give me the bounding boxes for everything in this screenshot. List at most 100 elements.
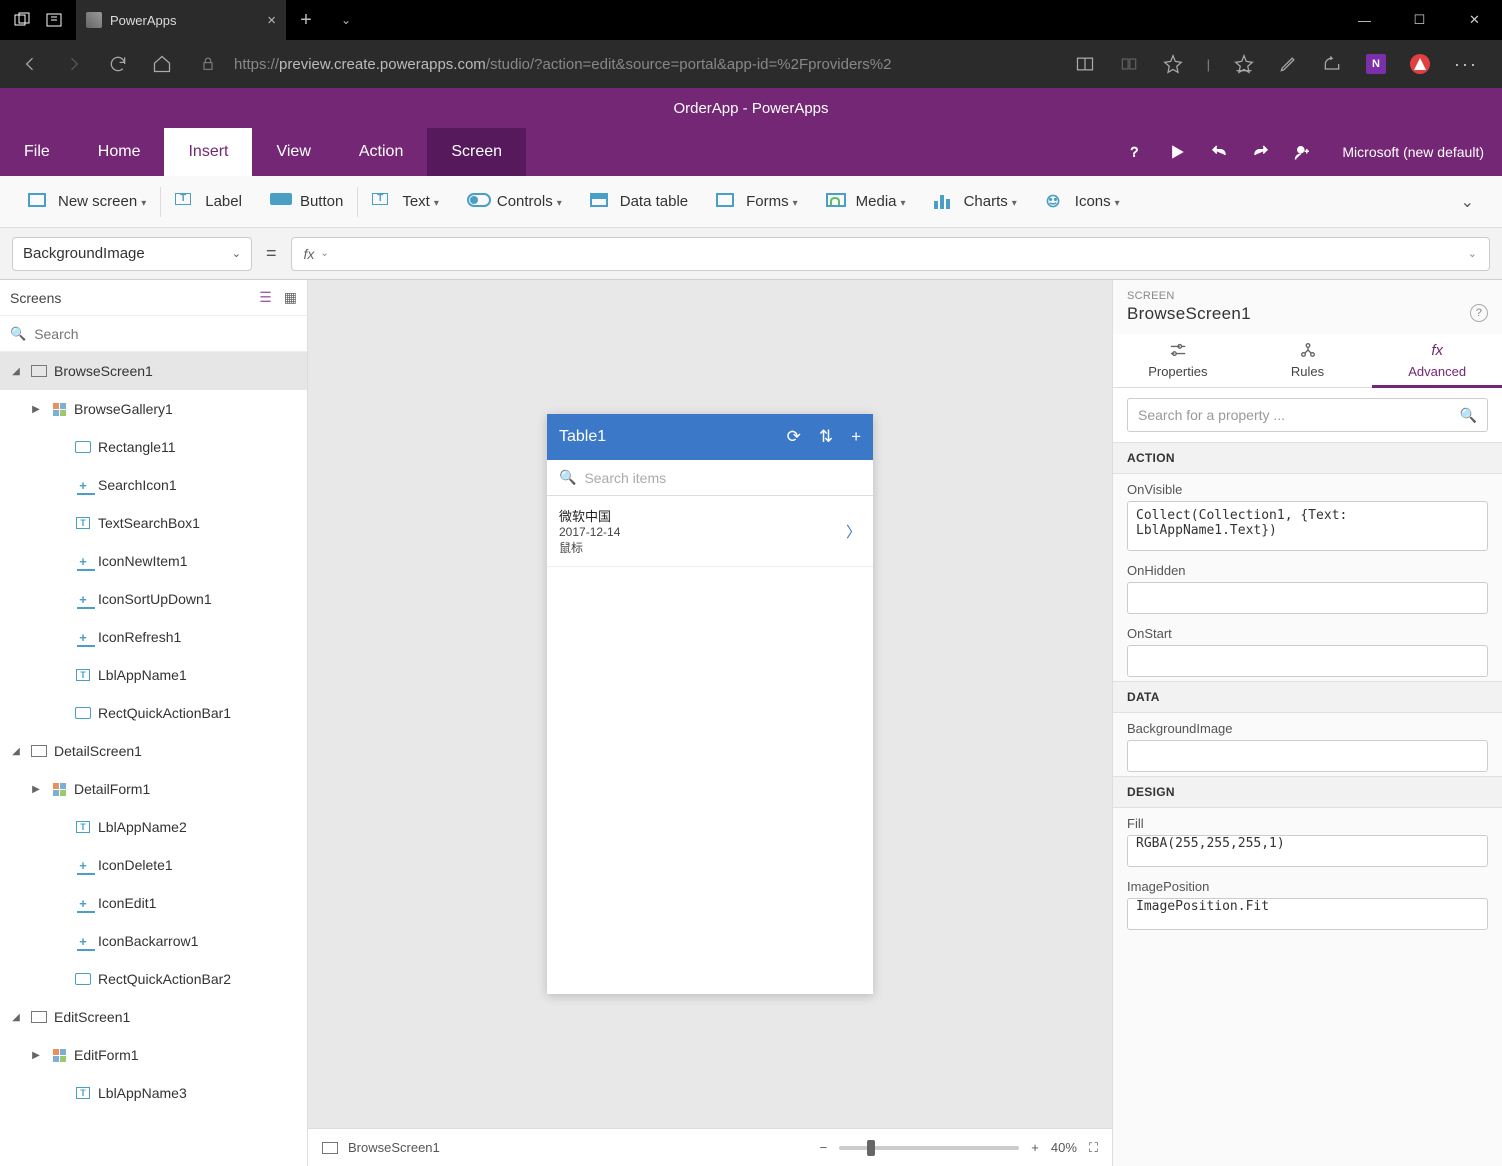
ribbon-charts[interactable]: Charts bbox=[920, 183, 1031, 221]
window-maximize-button[interactable]: ☐ bbox=[1392, 0, 1447, 40]
ribbon-media[interactable]: Media bbox=[812, 183, 920, 221]
refresh-icon[interactable] bbox=[108, 54, 128, 74]
tab-rules[interactable]: Rules bbox=[1243, 334, 1373, 387]
menu-insert[interactable]: Insert bbox=[164, 128, 252, 176]
ribbon-expand-icon[interactable]: ⌄ bbox=[1447, 192, 1488, 212]
tree-item[interactable]: IconNewItem1 bbox=[0, 542, 307, 580]
zoom-slider[interactable] bbox=[839, 1146, 1019, 1150]
tab-advanced[interactable]: fx Advanced bbox=[1372, 334, 1502, 387]
window-close-button[interactable]: ✕ bbox=[1447, 0, 1502, 40]
ribbon-controls[interactable]: Controls bbox=[453, 183, 576, 221]
tree-item[interactable]: ▶BrowseGallery1 bbox=[0, 390, 307, 428]
tree-item[interactable]: IconEdit1 bbox=[0, 884, 307, 922]
reading-list-icon[interactable] bbox=[1119, 54, 1139, 74]
onhidden-input[interactable] bbox=[1127, 582, 1488, 614]
list-item[interactable]: 微软中国 2017-12-14 鼠标 〉 bbox=[547, 496, 873, 567]
onenote-icon[interactable]: N bbox=[1366, 54, 1386, 74]
undo-button[interactable] bbox=[1198, 128, 1240, 176]
formula-input[interactable]: fx⌄ ⌄ bbox=[291, 237, 1490, 271]
ribbon-new-screen[interactable]: New screen bbox=[14, 183, 160, 221]
onstart-input[interactable] bbox=[1127, 645, 1488, 677]
fx-icon: fx bbox=[298, 246, 321, 262]
tree-item[interactable]: ◢BrowseScreen1 bbox=[0, 352, 307, 390]
property-selector[interactable]: BackgroundImage⌄ bbox=[12, 237, 252, 271]
refresh-icon[interactable]: ⟳ bbox=[787, 427, 801, 447]
tree-search[interactable]: 🔍 bbox=[0, 316, 307, 352]
tab-favicon bbox=[86, 12, 102, 28]
favorites-icon[interactable] bbox=[1234, 54, 1254, 74]
tree-item[interactable]: IconBackarrow1 bbox=[0, 922, 307, 960]
tree-view-icon[interactable]: ☰ bbox=[259, 289, 272, 306]
divider: | bbox=[1207, 57, 1210, 72]
tree-item[interactable]: IconSortUpDown1 bbox=[0, 580, 307, 618]
tree-item[interactable]: RectQuickActionBar1 bbox=[0, 694, 307, 732]
formula-expand-icon[interactable]: ⌄ bbox=[1462, 247, 1483, 260]
browser-tab[interactable]: PowerApps × bbox=[76, 0, 286, 40]
tree-item[interactable]: ◢EditScreen1 bbox=[0, 998, 307, 1036]
phone-title: Table1 bbox=[559, 428, 606, 446]
menu-view[interactable]: View bbox=[252, 128, 334, 176]
tree-item[interactable]: SearchIcon1 bbox=[0, 466, 307, 504]
imageposition-input[interactable]: ImagePosition.Fit bbox=[1127, 898, 1488, 930]
play-button[interactable] bbox=[1156, 128, 1198, 176]
property-search[interactable]: Search for a property ... 🔍 bbox=[1127, 398, 1488, 432]
tree-item[interactable]: Rectangle11 bbox=[0, 428, 307, 466]
backgroundimage-input[interactable] bbox=[1127, 740, 1488, 772]
tree-item[interactable]: TLblAppName3 bbox=[0, 1074, 307, 1112]
ribbon-data-table[interactable]: Data table bbox=[576, 183, 702, 221]
tab-properties[interactable]: Properties bbox=[1113, 334, 1243, 387]
tree-item[interactable]: IconDelete1 bbox=[0, 846, 307, 884]
window-minimize-button[interactable]: — bbox=[1337, 0, 1392, 40]
tab-close-icon[interactable]: × bbox=[267, 12, 276, 29]
tab-overflow-icon[interactable]: ⌄ bbox=[326, 13, 366, 27]
url-text[interactable]: https://preview.create.powerapps.com/stu… bbox=[234, 56, 1057, 73]
share-icon[interactable] bbox=[1322, 54, 1342, 74]
adblock-icon[interactable] bbox=[1410, 54, 1430, 74]
tree-item[interactable]: TLblAppName1 bbox=[0, 656, 307, 694]
onvisible-input[interactable]: Collect(Collection1, {Text: LblAppName1.… bbox=[1127, 501, 1488, 551]
thumb-view-icon[interactable]: ▦ bbox=[284, 289, 297, 306]
ribbon-bar: New screen T Label Button T Text Control… bbox=[0, 176, 1502, 228]
sort-icon[interactable]: ⇅ bbox=[819, 427, 833, 447]
ribbon-button[interactable]: Button bbox=[256, 183, 357, 221]
ribbon-forms[interactable]: Forms bbox=[702, 183, 812, 221]
help-button[interactable]: ? bbox=[1114, 128, 1156, 176]
zoom-in-button[interactable]: + bbox=[1031, 1140, 1039, 1155]
redo-button[interactable] bbox=[1240, 128, 1282, 176]
tree-item[interactable]: TTextSearchBox1 bbox=[0, 504, 307, 542]
phone-preview[interactable]: Table1 ⟳ ⇅ + 🔍 Search items 微软中国 2017-12… bbox=[547, 414, 873, 994]
ribbon-icons[interactable]: Icons bbox=[1031, 183, 1134, 221]
share-button[interactable] bbox=[1282, 128, 1324, 176]
canvas-area[interactable]: Table1 ⟳ ⇅ + 🔍 Search items 微软中国 2017-12… bbox=[308, 280, 1112, 1166]
back-icon[interactable] bbox=[20, 54, 40, 74]
tree-item[interactable]: ▶DetailForm1 bbox=[0, 770, 307, 808]
more-icon[interactable]: ··· bbox=[1454, 54, 1478, 75]
screen-tree[interactable]: ◢BrowseScreen1▶BrowseGallery1Rectangle11… bbox=[0, 352, 307, 1166]
tree-item[interactable]: TLblAppName2 bbox=[0, 808, 307, 846]
reading-view-icon[interactable] bbox=[1075, 54, 1095, 74]
fit-screen-icon[interactable]: ⛶ bbox=[1089, 1140, 1098, 1156]
fill-input[interactable]: RGBA(255,255,255,1) bbox=[1127, 835, 1488, 867]
add-icon[interactable]: + bbox=[851, 427, 861, 447]
tree-search-input[interactable] bbox=[34, 326, 297, 342]
tree-item[interactable]: ▶EditForm1 bbox=[0, 1036, 307, 1074]
new-tab-button[interactable]: + bbox=[286, 9, 326, 32]
star-icon[interactable] bbox=[1163, 54, 1183, 74]
zoom-out-button[interactable]: − bbox=[820, 1140, 828, 1155]
tree-item[interactable]: IconRefresh1 bbox=[0, 618, 307, 656]
menu-screen[interactable]: Screen bbox=[427, 128, 526, 176]
notes-icon[interactable] bbox=[1278, 54, 1298, 74]
account-label[interactable]: Microsoft (new default) bbox=[1324, 128, 1502, 176]
window-tab-icons[interactable] bbox=[0, 0, 76, 40]
forward-icon[interactable] bbox=[64, 54, 84, 74]
menu-file[interactable]: File bbox=[0, 128, 74, 176]
menu-action[interactable]: Action bbox=[335, 128, 427, 176]
phone-search-box[interactable]: 🔍 Search items bbox=[547, 460, 873, 496]
help-icon[interactable]: ? bbox=[1470, 304, 1488, 322]
tree-item[interactable]: RectQuickActionBar2 bbox=[0, 960, 307, 998]
home-icon[interactable] bbox=[152, 54, 172, 74]
menu-home[interactable]: Home bbox=[74, 128, 165, 176]
ribbon-text[interactable]: T Text bbox=[358, 183, 453, 221]
ribbon-label[interactable]: T Label bbox=[161, 183, 256, 221]
tree-item[interactable]: ◢DetailScreen1 bbox=[0, 732, 307, 770]
